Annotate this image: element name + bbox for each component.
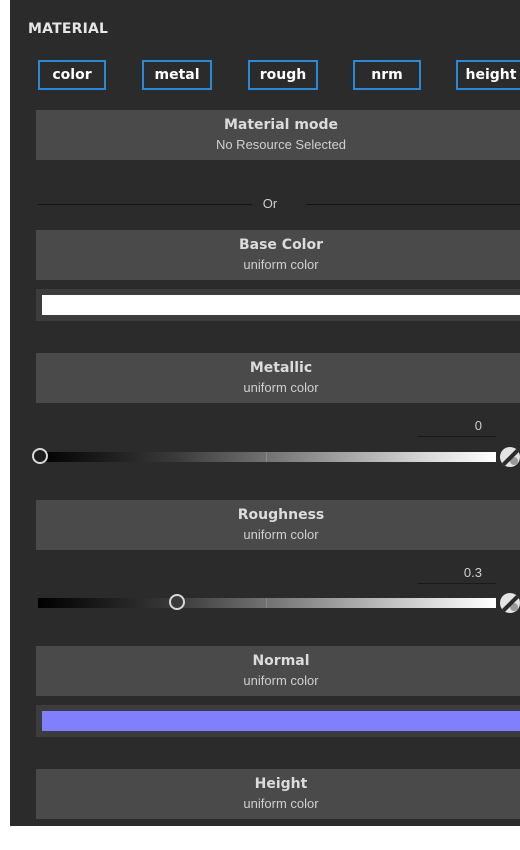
base-color-heading: Base Color <box>238 237 324 253</box>
material-mode-button[interactable]: Material mode No Resource Selected <box>36 110 520 160</box>
height-heading: Height <box>254 776 308 792</box>
tab-rough[interactable]: rough <box>248 60 318 90</box>
normal-mode: uniform color <box>243 673 319 688</box>
reset-icon-slash <box>500 447 520 467</box>
height-mode: uniform color <box>243 796 319 811</box>
normal-heading: Normal <box>252 653 310 669</box>
tab-height[interactable]: height <box>456 60 520 90</box>
roughness-slider-track[interactable] <box>38 598 496 608</box>
metallic-reset-icon[interactable] <box>500 447 520 467</box>
roughness-slider[interactable] <box>38 594 496 610</box>
normal-color-swatch[interactable] <box>42 711 520 731</box>
slider-midpoint-tick <box>266 452 267 462</box>
base-color-swatch-frame <box>36 289 520 321</box>
normal-button[interactable]: Normal uniform color <box>36 646 520 696</box>
reset-icon-slash <box>500 593 520 613</box>
metallic-mode: uniform color <box>243 380 319 395</box>
tab-metal[interactable]: metal <box>142 60 212 90</box>
separator-line-right <box>306 204 520 205</box>
channel-tabs: color metal rough nrm height <box>10 60 520 92</box>
roughness-reset-icon[interactable] <box>500 593 520 613</box>
height-button[interactable]: Height uniform color <box>36 769 520 819</box>
roughness-button[interactable]: Roughness uniform color <box>36 500 520 550</box>
base-color-mode: uniform color <box>243 257 319 272</box>
normal-swatch-frame <box>36 705 520 737</box>
base-color-button[interactable]: Base Color uniform color <box>36 230 520 280</box>
tab-nrm[interactable]: nrm <box>353 60 421 90</box>
material-panel: MATERIAL color metal rough nrm height Ma… <box>0 0 520 826</box>
metallic-slider[interactable] <box>32 448 496 464</box>
metallic-slider-track[interactable] <box>38 452 496 462</box>
metallic-slider-handle[interactable] <box>32 448 48 464</box>
metallic-heading: Metallic <box>249 360 313 376</box>
material-mode-heading: Material mode <box>223 117 339 133</box>
panel-title: MATERIAL <box>28 21 109 37</box>
metallic-button[interactable]: Metallic uniform color <box>36 353 520 403</box>
base-color-swatch[interactable] <box>42 295 520 315</box>
metallic-value-underline <box>418 436 496 437</box>
tab-color[interactable]: color <box>38 60 106 90</box>
roughness-mode: uniform color <box>243 527 319 542</box>
metallic-value[interactable]: 0 <box>475 418 482 433</box>
material-mode-status: No Resource Selected <box>215 137 347 152</box>
roughness-heading: Roughness <box>237 507 325 523</box>
roughness-value-underline <box>418 583 496 584</box>
slider-midpoint-tick <box>266 598 267 608</box>
roughness-value[interactable]: 0.3 <box>464 565 482 580</box>
